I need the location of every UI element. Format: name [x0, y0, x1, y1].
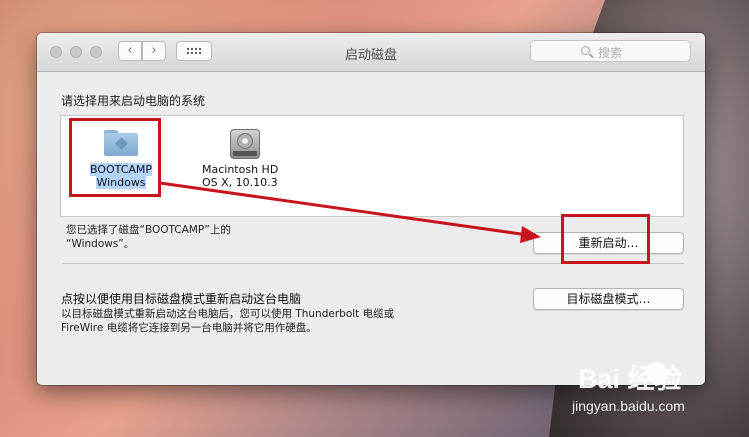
watermark-url: jingyan.baidu.com [572, 398, 685, 414]
baidu-watermark: Bai 经验 jingyan.baidu.com [560, 357, 740, 427]
paw-icon [646, 362, 668, 384]
